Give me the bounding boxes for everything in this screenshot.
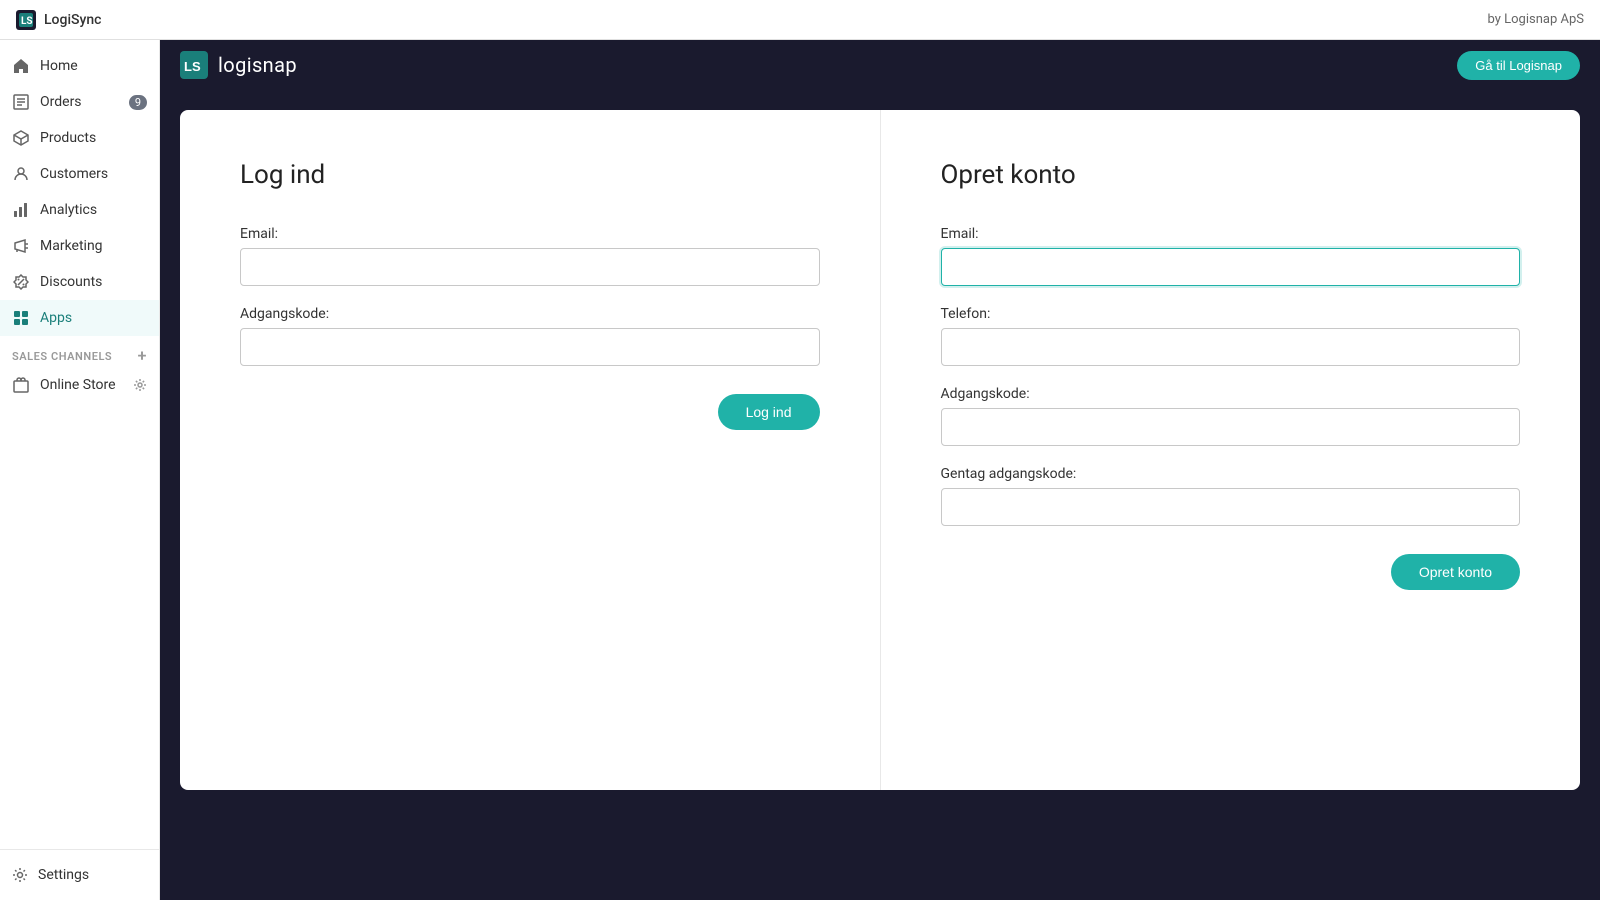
login-email-label: Email: bbox=[240, 226, 820, 242]
app-topbar-left: LS logisnap bbox=[180, 51, 297, 79]
home-icon bbox=[12, 57, 30, 75]
add-channel-button[interactable]: + bbox=[138, 348, 147, 364]
login-title: Log ind bbox=[240, 160, 820, 190]
svg-text:LS: LS bbox=[184, 59, 201, 74]
sidebar-label-customers: Customers bbox=[40, 166, 108, 182]
register-email-label: Email: bbox=[941, 226, 1521, 242]
orders-icon bbox=[12, 93, 30, 111]
products-icon bbox=[12, 129, 30, 147]
app-logo-mark: LS bbox=[180, 51, 208, 79]
sidebar-label-apps: Apps bbox=[40, 310, 72, 326]
login-email-group: Email: bbox=[240, 226, 820, 286]
sidebar-item-orders[interactable]: Orders 9 bbox=[0, 84, 159, 120]
top-header: LS LogiSync by Logisnap ApS bbox=[0, 0, 1600, 40]
sidebar-item-settings[interactable]: Settings bbox=[0, 858, 159, 892]
app-main: Log ind Email: Adgangskode: Log ind Opre… bbox=[160, 90, 1600, 900]
sidebar-item-discounts[interactable]: Discounts bbox=[0, 264, 159, 300]
sidebar-item-home[interactable]: Home bbox=[0, 48, 159, 84]
card-container: Log ind Email: Adgangskode: Log ind Opre… bbox=[180, 110, 1580, 790]
sales-channels-section: SALES CHANNELS + bbox=[0, 336, 159, 368]
register-confirm-password-input[interactable] bbox=[941, 488, 1521, 526]
register-submit-button[interactable]: Opret konto bbox=[1391, 554, 1520, 590]
marketing-icon bbox=[12, 237, 30, 255]
sidebar-item-apps[interactable]: Apps bbox=[0, 300, 159, 336]
sidebar-label-marketing: Marketing bbox=[40, 238, 103, 254]
sidebar-nav: Home Orders 9 bbox=[0, 48, 159, 849]
sidebar-bottom: Settings bbox=[0, 849, 159, 900]
sidebar-label-products: Products bbox=[40, 130, 96, 146]
top-header-left: LS LogiSync bbox=[16, 10, 101, 30]
settings-label: Settings bbox=[38, 867, 89, 883]
app-logo-small: LS bbox=[16, 10, 36, 30]
svg-text:LS: LS bbox=[21, 16, 33, 27]
go-to-logisnap-button[interactable]: Gå til Logisnap bbox=[1457, 51, 1580, 80]
sidebar-item-customers[interactable]: Customers bbox=[0, 156, 159, 192]
register-phone-group: Telefon: bbox=[941, 306, 1521, 366]
online-store-settings-icon[interactable] bbox=[133, 378, 147, 392]
register-confirm-password-group: Gentag adgangskode: bbox=[941, 466, 1521, 526]
sales-channels-label: SALES CHANNELS bbox=[12, 350, 112, 363]
register-email-input[interactable] bbox=[941, 248, 1521, 286]
register-password-group: Adgangskode: bbox=[941, 386, 1521, 446]
settings-icon bbox=[12, 867, 28, 883]
sidebar-label-orders: Orders bbox=[40, 94, 82, 110]
register-confirm-password-label: Gentag adgangskode: bbox=[941, 466, 1521, 482]
sidebar-item-marketing[interactable]: Marketing bbox=[0, 228, 159, 264]
online-store-icon bbox=[12, 376, 30, 394]
customers-icon bbox=[12, 165, 30, 183]
sidebar-item-online-store[interactable]: Online Store bbox=[0, 368, 159, 402]
login-submit-button[interactable]: Log ind bbox=[718, 394, 820, 430]
discounts-icon bbox=[12, 273, 30, 291]
sidebar-item-products[interactable]: Products bbox=[0, 120, 159, 156]
sidebar-label-discounts: Discounts bbox=[40, 274, 102, 290]
sidebar-item-analytics[interactable]: Analytics bbox=[0, 192, 159, 228]
app-name: LogiSync bbox=[44, 12, 101, 28]
sidebar-label-home: Home bbox=[40, 58, 78, 74]
content-area: LS logisnap Gå til Logisnap Log ind Emai… bbox=[160, 40, 1600, 900]
register-password-input[interactable] bbox=[941, 408, 1521, 446]
online-store-label: Online Store bbox=[40, 377, 116, 393]
login-password-group: Adgangskode: bbox=[240, 306, 820, 366]
login-password-label: Adgangskode: bbox=[240, 306, 820, 322]
register-title: Opret konto bbox=[941, 160, 1521, 190]
register-password-label: Adgangskode: bbox=[941, 386, 1521, 402]
register-phone-input[interactable] bbox=[941, 328, 1521, 366]
apps-icon bbox=[12, 309, 30, 327]
login-email-input[interactable] bbox=[240, 248, 820, 286]
login-password-input[interactable] bbox=[240, 328, 820, 366]
register-email-group: Email: bbox=[941, 226, 1521, 286]
analytics-icon bbox=[12, 201, 30, 219]
register-phone-label: Telefon: bbox=[941, 306, 1521, 322]
register-section: Opret konto Email: Telefon: Adgangskode: bbox=[881, 110, 1581, 790]
app-topbar: LS logisnap Gå til Logisnap bbox=[160, 40, 1600, 90]
login-section: Log ind Email: Adgangskode: Log ind bbox=[180, 110, 881, 790]
sidebar-label-analytics: Analytics bbox=[40, 202, 97, 218]
by-text: by Logisnap ApS bbox=[1488, 12, 1584, 27]
orders-badge: 9 bbox=[129, 95, 147, 110]
sidebar: Home Orders 9 bbox=[0, 40, 160, 900]
app-topbar-title: logisnap bbox=[218, 53, 297, 77]
